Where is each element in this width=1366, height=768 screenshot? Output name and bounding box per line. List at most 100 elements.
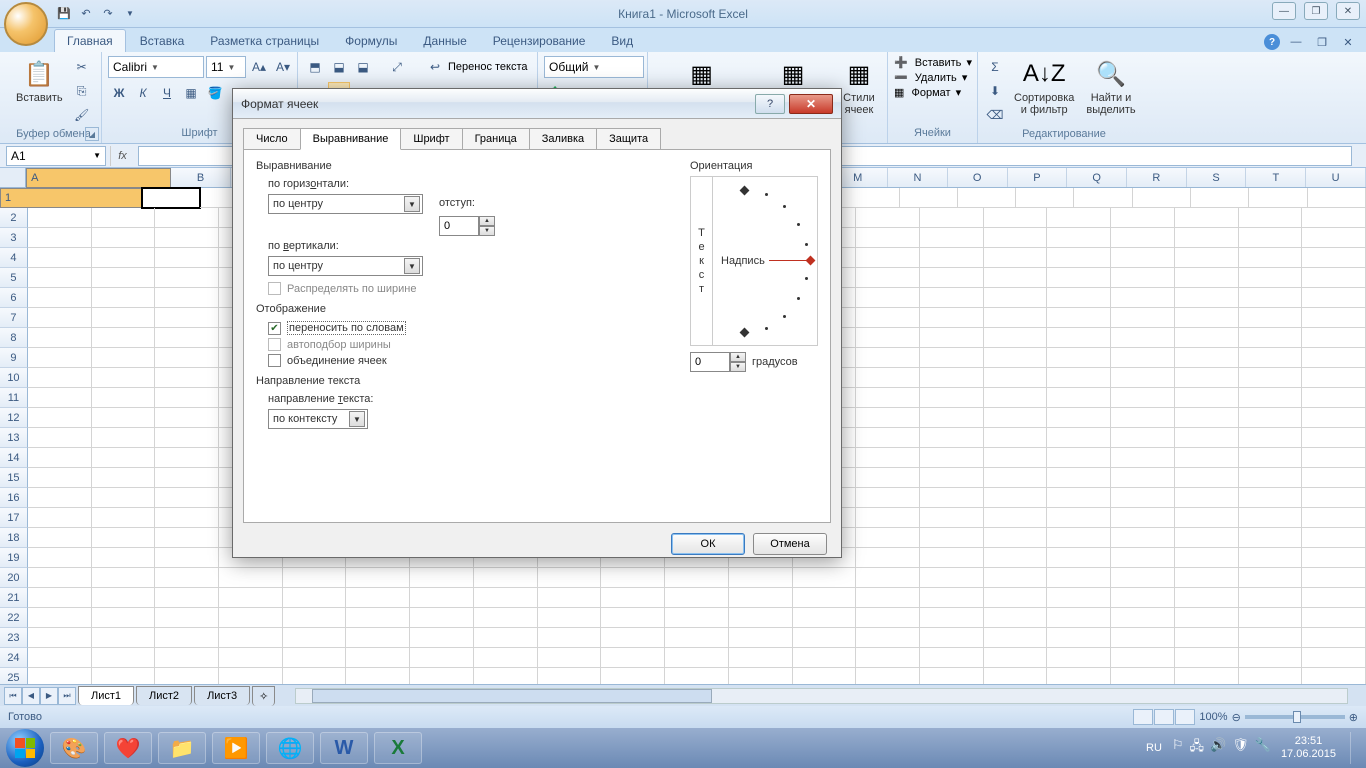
tab-review[interactable]: Рецензирование — [481, 30, 598, 52]
view-pagebreak-icon[interactable] — [1175, 709, 1195, 725]
row-header[interactable]: 22 — [0, 608, 28, 628]
task-explorer[interactable]: 📁 — [158, 732, 206, 764]
cell[interactable] — [155, 228, 219, 248]
col-header[interactable]: S — [1187, 168, 1247, 187]
cell[interactable] — [1302, 328, 1366, 348]
fill-color-icon[interactable]: 🪣 — [204, 82, 226, 104]
row-header[interactable]: 7 — [0, 308, 28, 328]
cell[interactable] — [283, 628, 347, 648]
dlg-tab-fill[interactable]: Заливка — [529, 128, 597, 150]
cell[interactable] — [92, 488, 156, 508]
cell[interactable] — [1239, 548, 1303, 568]
cell[interactable] — [474, 608, 538, 628]
cell[interactable] — [920, 268, 984, 288]
direction-select[interactable]: по контексту▼ — [268, 409, 368, 429]
cell[interactable] — [410, 608, 474, 628]
cell[interactable] — [1175, 548, 1239, 568]
sheet-last-icon[interactable]: ⏭ — [58, 687, 76, 705]
cell[interactable] — [665, 588, 729, 608]
cell[interactable] — [346, 668, 410, 684]
cell[interactable] — [474, 668, 538, 684]
cell[interactable] — [1111, 408, 1175, 428]
cell[interactable] — [155, 608, 219, 628]
cell[interactable] — [28, 308, 92, 328]
col-header[interactable]: P — [1008, 168, 1068, 187]
find-select-button[interactable]: 🔍Найти и выделить — [1082, 56, 1139, 118]
cell[interactable] — [920, 608, 984, 628]
task-chrome[interactable]: 🌐 — [266, 732, 314, 764]
cell[interactable] — [92, 408, 156, 428]
cell[interactable] — [155, 468, 219, 488]
cell[interactable] — [920, 228, 984, 248]
cell[interactable] — [1302, 468, 1366, 488]
cell[interactable] — [920, 368, 984, 388]
row-header[interactable]: 18 — [0, 528, 28, 548]
cell[interactable] — [856, 208, 920, 228]
cell[interactable] — [92, 288, 156, 308]
select-all-corner[interactable] — [0, 168, 26, 187]
grow-font-icon[interactable]: A▴ — [248, 56, 270, 78]
restore-button[interactable]: ❐ — [1304, 2, 1328, 20]
cell[interactable] — [1047, 468, 1111, 488]
cell[interactable] — [665, 628, 729, 648]
orientation-control[interactable]: Текст Надпись — [690, 176, 818, 346]
cell[interactable] — [92, 668, 156, 684]
cell[interactable] — [984, 348, 1048, 368]
cell[interactable] — [219, 628, 283, 648]
cell[interactable] — [1239, 448, 1303, 468]
office-button[interactable] — [4, 2, 48, 46]
cell[interactable] — [28, 528, 92, 548]
dialog-help-button[interactable]: ? — [755, 94, 785, 114]
cell[interactable] — [1047, 548, 1111, 568]
cell[interactable] — [1111, 228, 1175, 248]
dlg-tab-font[interactable]: Шрифт — [400, 128, 462, 150]
tray-flag-icon[interactable]: ⚐ — [1172, 737, 1184, 759]
cell[interactable] — [984, 628, 1048, 648]
cell[interactable] — [920, 348, 984, 368]
cell[interactable] — [1175, 388, 1239, 408]
ok-button[interactable]: ОК — [671, 533, 745, 555]
cell[interactable] — [601, 568, 665, 588]
cell[interactable] — [793, 608, 857, 628]
cell[interactable] — [1175, 488, 1239, 508]
cell[interactable] — [1302, 488, 1366, 508]
cell[interactable] — [1175, 588, 1239, 608]
fx-button[interactable]: fx — [110, 146, 134, 166]
sheet-next-icon[interactable]: ▶ — [40, 687, 58, 705]
cell[interactable] — [538, 608, 602, 628]
row-header[interactable]: 12 — [0, 408, 28, 428]
cell[interactable] — [920, 508, 984, 528]
cell[interactable] — [920, 428, 984, 448]
cell[interactable] — [1047, 408, 1111, 428]
cell[interactable] — [1302, 608, 1366, 628]
cell[interactable] — [28, 348, 92, 368]
dialog-titlebar[interactable]: Формат ячеек ? ✕ — [233, 89, 841, 119]
cell[interactable] — [1111, 448, 1175, 468]
dlg-tab-border[interactable]: Граница — [462, 128, 530, 150]
cell[interactable] — [984, 528, 1048, 548]
cell[interactable] — [1111, 468, 1175, 488]
col-header[interactable]: T — [1246, 168, 1306, 187]
cell[interactable] — [1249, 188, 1307, 208]
cell[interactable] — [1302, 208, 1366, 228]
cell[interactable] — [984, 668, 1048, 684]
vertical-select[interactable]: по центру▼ — [268, 256, 423, 276]
cell[interactable] — [601, 608, 665, 628]
cell[interactable] — [1111, 308, 1175, 328]
cell[interactable] — [1111, 588, 1175, 608]
cell[interactable] — [92, 268, 156, 288]
cell[interactable] — [984, 268, 1048, 288]
cell[interactable] — [1239, 268, 1303, 288]
cell[interactable] — [1175, 328, 1239, 348]
cell[interactable] — [856, 268, 920, 288]
cell[interactable] — [856, 628, 920, 648]
row-header[interactable]: 16 — [0, 488, 28, 508]
cell[interactable] — [984, 488, 1048, 508]
cell[interactable] — [1111, 268, 1175, 288]
zoom-out-icon[interactable]: ⊖ — [1232, 711, 1241, 724]
cell[interactable] — [1302, 288, 1366, 308]
cell[interactable] — [1239, 408, 1303, 428]
cell[interactable] — [92, 448, 156, 468]
cell[interactable] — [856, 448, 920, 468]
cell[interactable] — [155, 248, 219, 268]
